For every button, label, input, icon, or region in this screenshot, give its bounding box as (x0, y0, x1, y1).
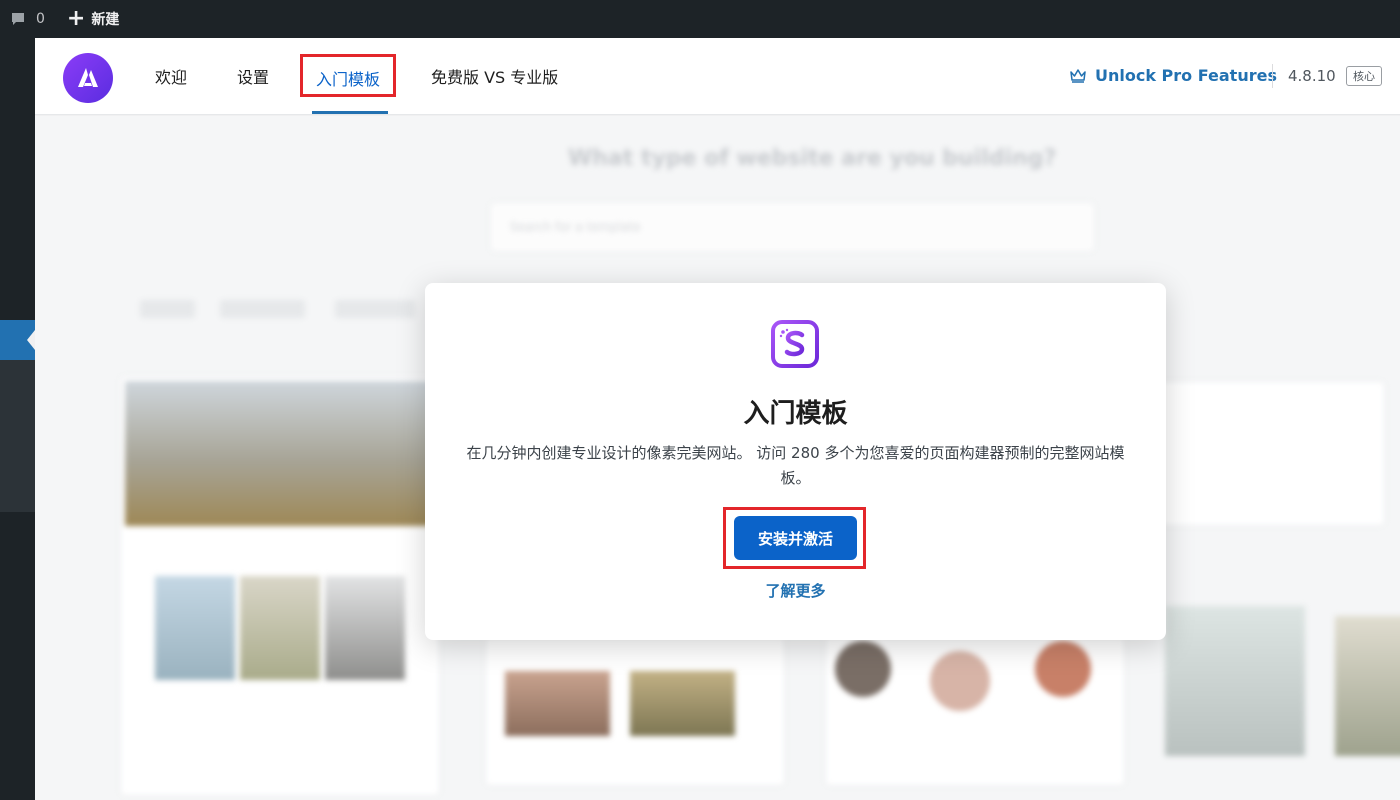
modal-description: 在几分钟内创建专业设计的像素完美网站。 访问 280 多个为您喜爱的页面构建器预… (466, 444, 1125, 487)
gallery-heading: What type of website are you building? (568, 146, 1057, 171)
starter-templates-modal: 入门模板 在几分钟内创建专业设计的像素完美网站。 访问 280 多个为您喜爱的页… (425, 283, 1166, 640)
template-thumbnail (930, 651, 990, 711)
template-thumbnail (240, 576, 320, 680)
template-thumbnail (1335, 616, 1400, 756)
astra-logo-icon (78, 68, 98, 87)
template-thumbnail (1165, 606, 1305, 756)
template-thumbnail (630, 671, 735, 736)
template-thumbnail (1035, 641, 1091, 697)
nav-settings[interactable]: 设置 (237, 64, 269, 88)
template-thumbnail (325, 576, 405, 680)
active-tab-underline (312, 111, 388, 114)
template-thumbnail (505, 671, 610, 736)
template-search-placeholder: Search for a template (510, 220, 641, 234)
nav-welcome[interactable]: 欢迎 (155, 64, 187, 88)
nav-starter-templates[interactable]: 入门模板 (316, 66, 380, 90)
modal-title: 入门模板 (743, 399, 848, 429)
active-menu-item[interactable] (0, 320, 35, 360)
unlock-pro-label: Unlock Pro Features (1095, 66, 1277, 85)
filter-chip (140, 300, 195, 318)
menu-arrow-icon (27, 330, 35, 350)
core-badge: 核心 (1346, 66, 1382, 86)
filter-chip (220, 300, 305, 318)
template-thumbnail (835, 641, 891, 697)
version-number: 4.8.10 (1288, 67, 1336, 85)
unlock-pro-link[interactable]: Unlock Pro Features (1069, 66, 1277, 85)
admin-top-bar: 0 + 新建 (0, 0, 1400, 38)
crown-icon (1070, 68, 1086, 83)
astra-logo[interactable] (63, 53, 113, 103)
new-content-link[interactable]: + 新建 (67, 8, 119, 30)
comments-link[interactable]: 0 (10, 11, 45, 27)
admin-side-menu (0, 38, 35, 800)
install-activate-button[interactable]: 安装并激活 (734, 516, 857, 560)
template-preview-image (125, 381, 435, 526)
plugin-header: 欢迎 设置 入门模板 免费版 VS 专业版 Unlock Pro Feature… (35, 38, 1400, 115)
submenu-panel (0, 360, 35, 512)
learn-more-link[interactable]: 了解更多 (425, 580, 1166, 601)
nav-free-vs-pro[interactable]: 免费版 VS 专业版 (431, 64, 558, 88)
header-divider (1272, 64, 1273, 88)
new-label: 新建 (91, 12, 120, 28)
comment-icon (12, 13, 24, 25)
template-thumbnail (155, 576, 235, 680)
filter-chip (335, 300, 415, 318)
plus-icon: + (66, 6, 86, 31)
starter-templates-icon (771, 320, 819, 368)
template-card (1145, 381, 1385, 526)
comment-count: 0 (36, 11, 45, 27)
